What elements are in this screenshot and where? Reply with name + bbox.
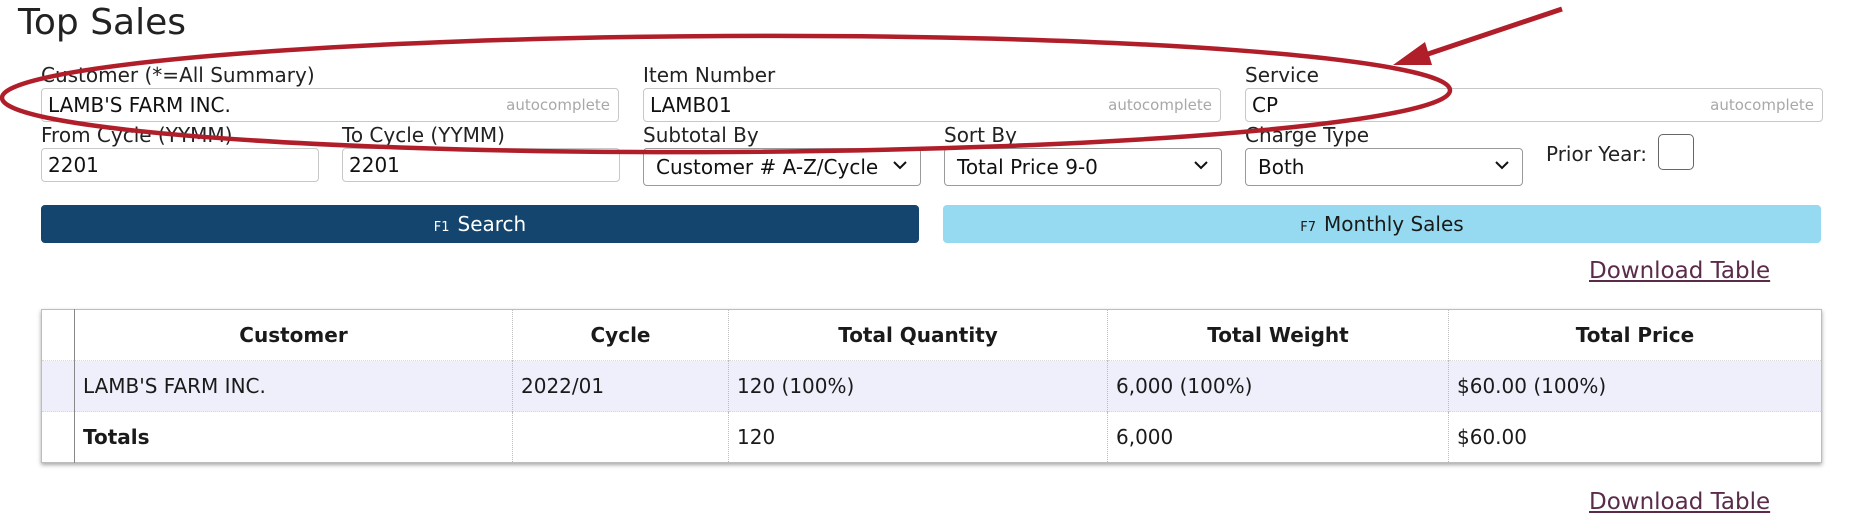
annotation-arrow-shaft	[1421, 6, 1563, 59]
to-cycle-input-value: 2201	[349, 153, 400, 177]
cell-total-quantity: 120 (100%)	[728, 360, 1108, 412]
chevron-down-icon	[1495, 161, 1509, 170]
to-cycle-label: To Cycle (YYMM)	[342, 123, 505, 147]
service-input[interactable]: CP autocomplete	[1245, 88, 1823, 122]
to-cycle-input[interactable]: 2201	[342, 148, 620, 182]
row-handle	[41, 411, 75, 463]
item-number-autocomplete-hint: autocomplete	[1108, 96, 1212, 114]
download-table-link-bottom[interactable]: Download Table	[1589, 489, 1770, 515]
cell-customer: LAMB'S FARM INC.	[74, 360, 513, 412]
item-number-input-value: LAMB01	[650, 93, 732, 117]
customer-input-value: LAMB'S FARM INC.	[48, 93, 231, 117]
search-button-label: Search	[457, 212, 527, 236]
download-table-link-top[interactable]: Download Table	[1589, 258, 1770, 284]
table-row: LAMB'S FARM INC. 2022/01 120 (100%) 6,00…	[41, 360, 1822, 412]
annotation-arrow-head	[1393, 42, 1432, 65]
monthly-sales-shortcut-key: F7	[1300, 220, 1317, 235]
monthly-sales-button-label: Monthly Sales	[1324, 212, 1464, 236]
subtotal-by-selected: Customer # A-Z/Cycle	[656, 155, 879, 179]
subtotal-by-select[interactable]: Customer # A-Z/Cycle	[643, 148, 921, 186]
totals-weight: 6,000	[1107, 411, 1449, 463]
cell-total-price: $60.00 (100%)	[1448, 360, 1822, 412]
prior-year-checkbox[interactable]	[1658, 134, 1694, 170]
service-input-value: CP	[1252, 93, 1279, 117]
subtotal-by-label: Subtotal By	[643, 123, 759, 147]
charge-type-select[interactable]: Both	[1245, 148, 1523, 186]
cell-cycle: 2022/01	[512, 360, 729, 412]
totals-cycle	[512, 411, 729, 463]
monthly-sales-button[interactable]: F7 Monthly Sales	[943, 205, 1821, 243]
item-number-label: Item Number	[643, 63, 776, 87]
row-handle	[41, 360, 75, 412]
column-header-cycle[interactable]: Cycle	[512, 309, 729, 361]
charge-type-label: Charge Type	[1245, 123, 1370, 147]
customer-autocomplete-hint: autocomplete	[506, 96, 610, 114]
from-cycle-input-value: 2201	[48, 153, 99, 177]
totals-price: $60.00	[1448, 411, 1822, 463]
column-header-total-weight[interactable]: Total Weight	[1107, 309, 1449, 361]
cell-total-weight: 6,000 (100%)	[1107, 360, 1449, 412]
from-cycle-label: From Cycle (YYMM)	[41, 123, 233, 147]
row-handle-header	[42, 310, 75, 361]
charge-type-selected: Both	[1258, 155, 1305, 179]
sort-by-select[interactable]: Total Price 9-0	[944, 148, 1222, 186]
totals-quantity: 120	[728, 411, 1108, 463]
totals-row: Totals 120 6,000 $60.00	[41, 411, 1822, 463]
prior-year-label: Prior Year:	[1546, 142, 1648, 166]
search-shortcut-key: F1	[433, 220, 450, 235]
customer-label: Customer (*=All Summary)	[41, 63, 315, 87]
chevron-down-icon	[893, 161, 907, 170]
totals-label: Totals	[74, 411, 513, 463]
service-label: Service	[1245, 63, 1319, 87]
chevron-down-icon	[1194, 161, 1208, 170]
column-header-total-price[interactable]: Total Price	[1448, 309, 1822, 361]
sales-table: Customer Cycle Total Quantity Total Weig…	[41, 309, 1822, 463]
sort-by-label: Sort By	[944, 123, 1017, 147]
sort-by-selected: Total Price 9-0	[957, 155, 1098, 179]
from-cycle-input[interactable]: 2201	[41, 148, 319, 182]
item-number-input[interactable]: LAMB01 autocomplete	[643, 88, 1221, 122]
column-header-total-quantity[interactable]: Total Quantity	[728, 309, 1108, 361]
table-header-row: Customer Cycle Total Quantity Total Weig…	[42, 309, 1822, 361]
customer-input[interactable]: LAMB'S FARM INC. autocomplete	[41, 88, 619, 122]
page-title: Top Sales	[18, 2, 187, 43]
search-button[interactable]: F1 Search	[41, 205, 919, 243]
column-header-customer[interactable]: Customer	[74, 309, 513, 361]
service-autocomplete-hint: autocomplete	[1710, 96, 1814, 114]
